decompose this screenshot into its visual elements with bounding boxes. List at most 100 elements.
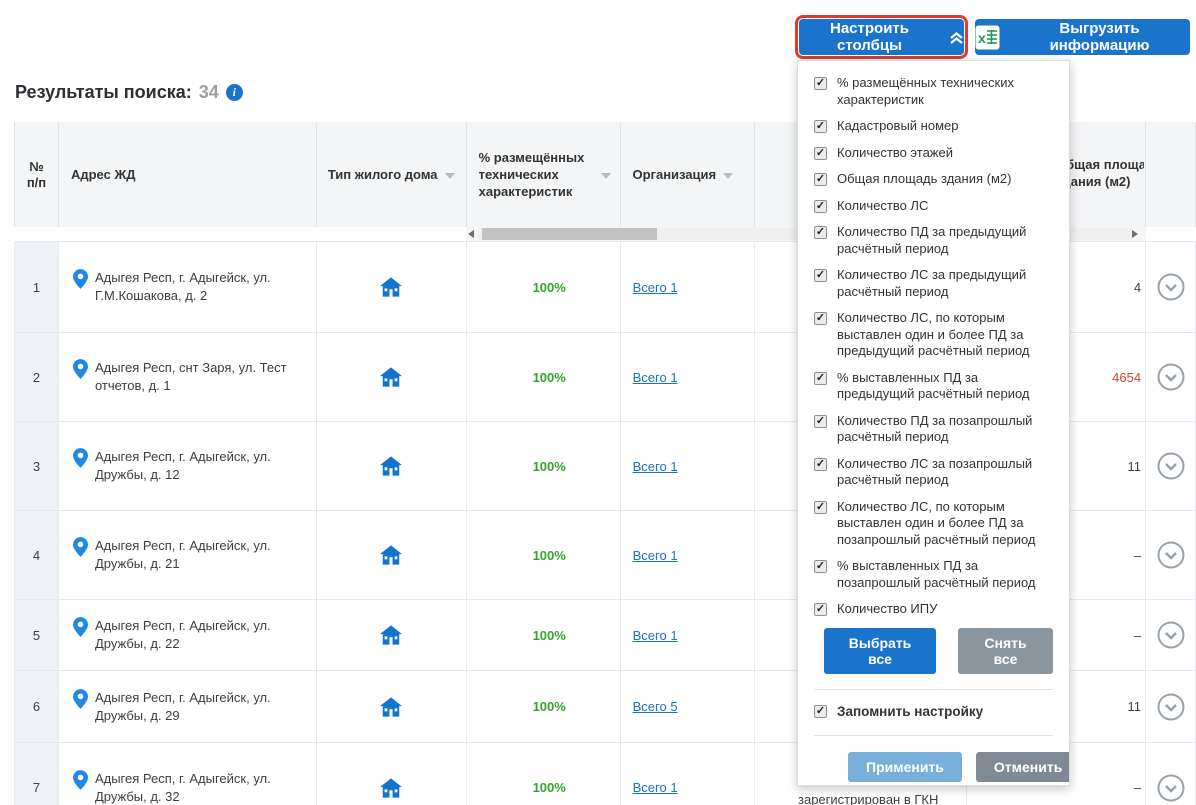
organization-link[interactable]: Всего 5	[633, 699, 678, 714]
double-chevron-up-icon	[949, 31, 964, 45]
expand-row-button[interactable]	[1157, 621, 1185, 649]
column-checkbox-item[interactable]: ✓% выставленных ПД за предыдущий расчётн…	[814, 370, 1053, 403]
apply-button[interactable]: Применить	[848, 752, 962, 782]
column-checkbox-item[interactable]: ✓Количество ЛС	[814, 198, 1053, 215]
scrollbar-thumb[interactable]	[482, 228, 657, 240]
column-checkbox-item[interactable]: ✓% выставленных ПД за позапрошлый расчёт…	[814, 558, 1053, 591]
checkbox-icon[interactable]: ✓	[814, 458, 827, 471]
configure-columns-button[interactable]: Настроить столбцы	[799, 19, 964, 55]
checkbox-icon[interactable]: ✓	[814, 147, 827, 160]
map-pin-icon[interactable]	[73, 770, 88, 790]
map-pin-icon[interactable]	[73, 689, 88, 709]
map-pin-icon[interactable]	[73, 617, 88, 637]
map-pin-icon[interactable]	[73, 359, 88, 379]
info-icon[interactable]: i	[226, 84, 243, 101]
checkbox-icon[interactable]: ✓	[814, 226, 827, 239]
header-address: Адрес ЖД	[59, 122, 317, 227]
address-cell: Адыгея Респ, г. Адыгейск, ул. Дружбы, д.…	[59, 671, 317, 742]
results-count: 34	[199, 82, 219, 103]
header-tech-percent[interactable]: % размещённых технических характеристик	[467, 122, 621, 227]
column-checkbox-item[interactable]: ✓% размещённых технических характеристик	[814, 75, 1053, 108]
address-cell: Адыгея Респ, снт Заря, ул. Тест отчетов,…	[59, 333, 317, 421]
clear-all-button[interactable]: Снять все	[958, 628, 1053, 674]
checkbox-icon[interactable]: ✓	[814, 77, 827, 90]
address-text: Адыгея Респ, г. Адыгейск, ул. Дружбы, д.…	[95, 537, 323, 573]
checkbox-icon[interactable]: ✓	[814, 603, 827, 616]
scroll-right-arrow[interactable]	[1132, 230, 1138, 238]
checkbox-icon[interactable]: ✓	[814, 501, 827, 514]
column-checkbox-item[interactable]: ✓Количество ЛС за позапрошлый расчётный …	[814, 456, 1053, 489]
expand-row-button[interactable]	[1157, 774, 1185, 802]
expand-row-icon	[1157, 621, 1185, 649]
house-icon[interactable]	[380, 778, 402, 798]
house-type-cell	[317, 511, 467, 599]
organization-link[interactable]: Всего 1	[633, 280, 678, 295]
house-icon[interactable]	[380, 367, 402, 387]
address-cell: Адыгея Респ, г. Адыгейск, ул. Дружбы, д.…	[59, 743, 317, 805]
checkbox-icon[interactable]: ✓	[814, 269, 827, 282]
actions-cell	[1146, 242, 1196, 332]
header-num: № п/п	[15, 122, 59, 227]
house-icon[interactable]	[380, 545, 402, 565]
svg-text:x: x	[978, 30, 986, 46]
column-checkbox-item[interactable]: ✓Количество ИПУ	[814, 601, 1053, 618]
scroll-left-arrow[interactable]	[468, 230, 474, 238]
row-number: 2	[15, 333, 59, 421]
checkbox-icon[interactable]: ✓	[814, 705, 827, 718]
expand-row-button[interactable]	[1157, 541, 1185, 569]
address-cell: Адыгея Респ, г. Адыгейск, ул. Дружбы, д.…	[59, 422, 317, 510]
cancel-button[interactable]: Отменить	[976, 752, 1070, 782]
row-number: 6	[15, 671, 59, 742]
column-checkbox-list: ✓% размещённых технических характеристик…	[814, 75, 1053, 618]
house-icon[interactable]	[380, 277, 402, 297]
house-type-cell	[317, 743, 467, 805]
expand-row-icon	[1157, 693, 1185, 721]
column-checkbox-item[interactable]: ✓Количество ПД за предыдущий расчётный п…	[814, 224, 1053, 257]
checkbox-icon[interactable]: ✓	[814, 120, 827, 133]
sort-arrow-icon[interactable]	[601, 173, 611, 179]
expand-row-button[interactable]	[1157, 452, 1185, 480]
checkbox-icon[interactable]: ✓	[814, 560, 827, 573]
actions-cell	[1146, 511, 1196, 599]
column-checkbox-item[interactable]: ✓Количество ЛС, по которым выставлен оди…	[814, 499, 1053, 549]
export-information-button[interactable]: x Выгрузить информацию	[975, 19, 1190, 55]
checkbox-icon[interactable]: ✓	[814, 312, 827, 325]
expand-row-button[interactable]	[1157, 273, 1185, 301]
header-organization[interactable]: Организация	[621, 122, 756, 227]
organization-cell: Всего 1	[621, 511, 756, 599]
map-pin-icon[interactable]	[73, 537, 88, 557]
organization-link[interactable]: Всего 1	[633, 780, 678, 795]
house-icon[interactable]	[380, 456, 402, 476]
map-pin-icon[interactable]	[73, 269, 88, 289]
organization-link[interactable]: Всего 1	[633, 459, 678, 474]
house-icon[interactable]	[380, 625, 402, 645]
expand-row-button[interactable]	[1157, 363, 1185, 391]
organization-cell: Всего 1	[621, 333, 756, 421]
organization-link[interactable]: Всего 1	[633, 628, 678, 643]
column-checkbox-item[interactable]: ✓Кадастровый номер	[814, 118, 1053, 135]
column-checkbox-item[interactable]: ✓Количество ПД за позапрошлый расчётный …	[814, 413, 1053, 446]
header-house-type[interactable]: Тип жилого дома	[317, 122, 467, 227]
address-text: Адыгея Респ, г. Адыгейск, ул. Дружбы, д.…	[95, 689, 323, 725]
checkbox-icon[interactable]: ✓	[814, 372, 827, 385]
results-summary: Результаты поиска: 34 i	[15, 82, 243, 103]
house-icon[interactable]	[380, 697, 402, 717]
column-checkbox-item[interactable]: ✓Количество ЛС за предыдущий расчётный п…	[814, 267, 1053, 300]
checkbox-icon[interactable]: ✓	[814, 415, 827, 428]
sort-arrow-icon[interactable]	[445, 173, 455, 179]
checkbox-icon[interactable]: ✓	[814, 173, 827, 186]
row-partial-note: зарегистрирован в ГКН	[798, 792, 938, 805]
sort-arrow-icon[interactable]	[723, 173, 733, 179]
organization-link[interactable]: Всего 1	[633, 370, 678, 385]
tech-percent-cell: 100%	[467, 511, 621, 599]
checkbox-icon[interactable]: ✓	[814, 200, 827, 213]
actions-cell	[1146, 333, 1196, 421]
column-checkbox-item[interactable]: ✓Общая площадь здания (м2)	[814, 171, 1053, 188]
map-pin-icon[interactable]	[73, 448, 88, 468]
column-checkbox-item[interactable]: ✓Количество ЛС, по которым выставлен оди…	[814, 310, 1053, 360]
select-all-button[interactable]: Выбрать все	[824, 628, 936, 674]
remember-settings-checkbox[interactable]: ✓ Запомнить настройку	[814, 703, 1053, 720]
expand-row-button[interactable]	[1157, 693, 1185, 721]
organization-link[interactable]: Всего 1	[633, 548, 678, 563]
column-checkbox-item[interactable]: ✓Количество этажей	[814, 145, 1053, 162]
